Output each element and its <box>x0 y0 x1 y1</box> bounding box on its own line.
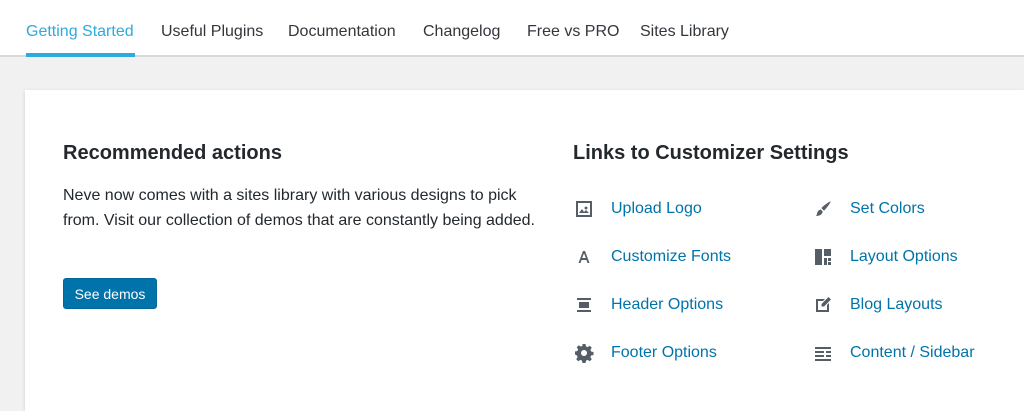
content-sidebar-label: Content / Sidebar <box>850 344 975 361</box>
active-tab-indicator <box>26 53 135 57</box>
customize-fonts-label: Customize Fonts <box>611 248 732 265</box>
align-left-icon <box>812 342 834 364</box>
image-icon <box>573 198 595 220</box>
header-options-link[interactable]: Header Options <box>573 293 723 317</box>
layout-options-label: Layout Options <box>850 248 958 265</box>
tab-useful-plugins[interactable]: Useful Plugins <box>161 22 263 42</box>
set-colors-link[interactable]: Set Colors <box>812 197 925 221</box>
customize-fonts-link[interactable]: Customize Fonts <box>573 245 731 269</box>
tab-getting-started[interactable]: Getting Started <box>26 22 134 42</box>
getting-started-card: Recommended actions Neve now comes with … <box>25 90 1024 411</box>
footer-options-link[interactable]: Footer Options <box>573 341 717 365</box>
tab-documentation[interactable]: Documentation <box>288 22 396 42</box>
edit-page-icon <box>812 294 834 316</box>
font-icon <box>573 246 595 268</box>
nav-tabs: Getting Started Useful Plugins Documenta… <box>0 0 1024 57</box>
tab-sites-library[interactable]: Sites Library <box>640 22 729 42</box>
gear-icon <box>573 342 595 364</box>
tab-free-vs-pro[interactable]: Free vs PRO <box>527 22 619 42</box>
customizer-links-title: Links to Customizer Settings <box>573 142 849 164</box>
upload-logo-label: Upload Logo <box>611 200 702 217</box>
blog-layouts-link[interactable]: Blog Layouts <box>812 293 943 317</box>
upload-logo-link[interactable]: Upload Logo <box>573 197 702 221</box>
header-icon <box>573 294 595 316</box>
tab-changelog[interactable]: Changelog <box>423 22 500 42</box>
footer-options-label: Footer Options <box>611 344 717 361</box>
layout-icon <box>812 246 834 268</box>
see-demos-button[interactable]: See demos <box>63 278 157 309</box>
recommended-description: Neve now comes with a sites library with… <box>63 187 535 229</box>
header-options-label: Header Options <box>611 296 724 313</box>
layout-options-link[interactable]: Layout Options <box>812 245 958 269</box>
blog-layouts-label: Blog Layouts <box>850 296 943 313</box>
brush-icon <box>812 198 834 220</box>
set-colors-label: Set Colors <box>850 200 925 217</box>
content-sidebar-link[interactable]: Content / Sidebar <box>812 341 975 365</box>
recommended-actions-title: Recommended actions <box>63 142 282 164</box>
